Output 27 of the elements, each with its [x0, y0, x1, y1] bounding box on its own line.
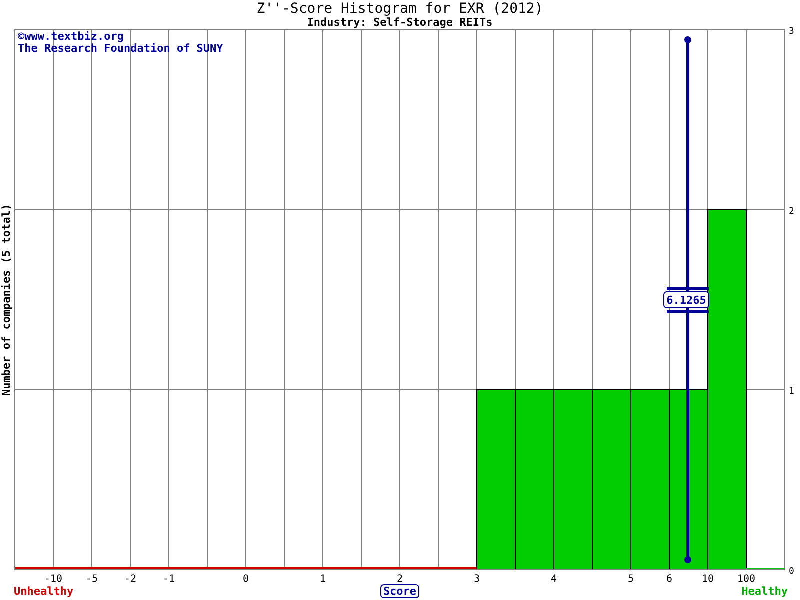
axis-tick-label: 2 [789, 207, 794, 217]
axis-tick-label: 6 [666, 574, 673, 585]
axis-tick-label: 0 [789, 567, 794, 577]
chart-title: Z''-Score Histogram for EXR (2012) [256, 1, 544, 17]
axis-tick-label: 5 [628, 574, 634, 585]
axis-tick-label: 10 [702, 574, 714, 585]
chart-subtitle: Industry: Self-Storage REITs [307, 16, 493, 29]
axis-tick-label: 3 [789, 27, 794, 37]
annotation: 6.1265 [666, 294, 706, 307]
credit-text: The Research Foundation of SUNY [18, 42, 224, 55]
zone-label: Unhealthy [14, 585, 74, 598]
axis-tick-label: 1 [789, 387, 794, 397]
axis-title: Number of companies (5 total) [0, 204, 13, 396]
axis-tick-label: -1 [162, 574, 176, 585]
axis-tick-label: 2 [396, 574, 404, 585]
axis-tick-label: 0 [242, 574, 250, 585]
axis-title: Score [380, 584, 420, 598]
zone-label: Healthy [742, 585, 788, 598]
credit-text: ©www.textbiz.org [18, 30, 124, 43]
axis-tick-label: 4 [550, 574, 558, 585]
x-axis-title: Score [383, 585, 417, 598]
axis-tick-label: 1 [320, 574, 326, 585]
axis-tick-label: 100 [737, 574, 756, 585]
axis-tick-label: -10 [44, 574, 63, 585]
axis-tick-label: -5 [86, 574, 98, 585]
axis-tick-label: 3 [474, 574, 480, 585]
axis-tick-label: -2 [124, 574, 137, 585]
